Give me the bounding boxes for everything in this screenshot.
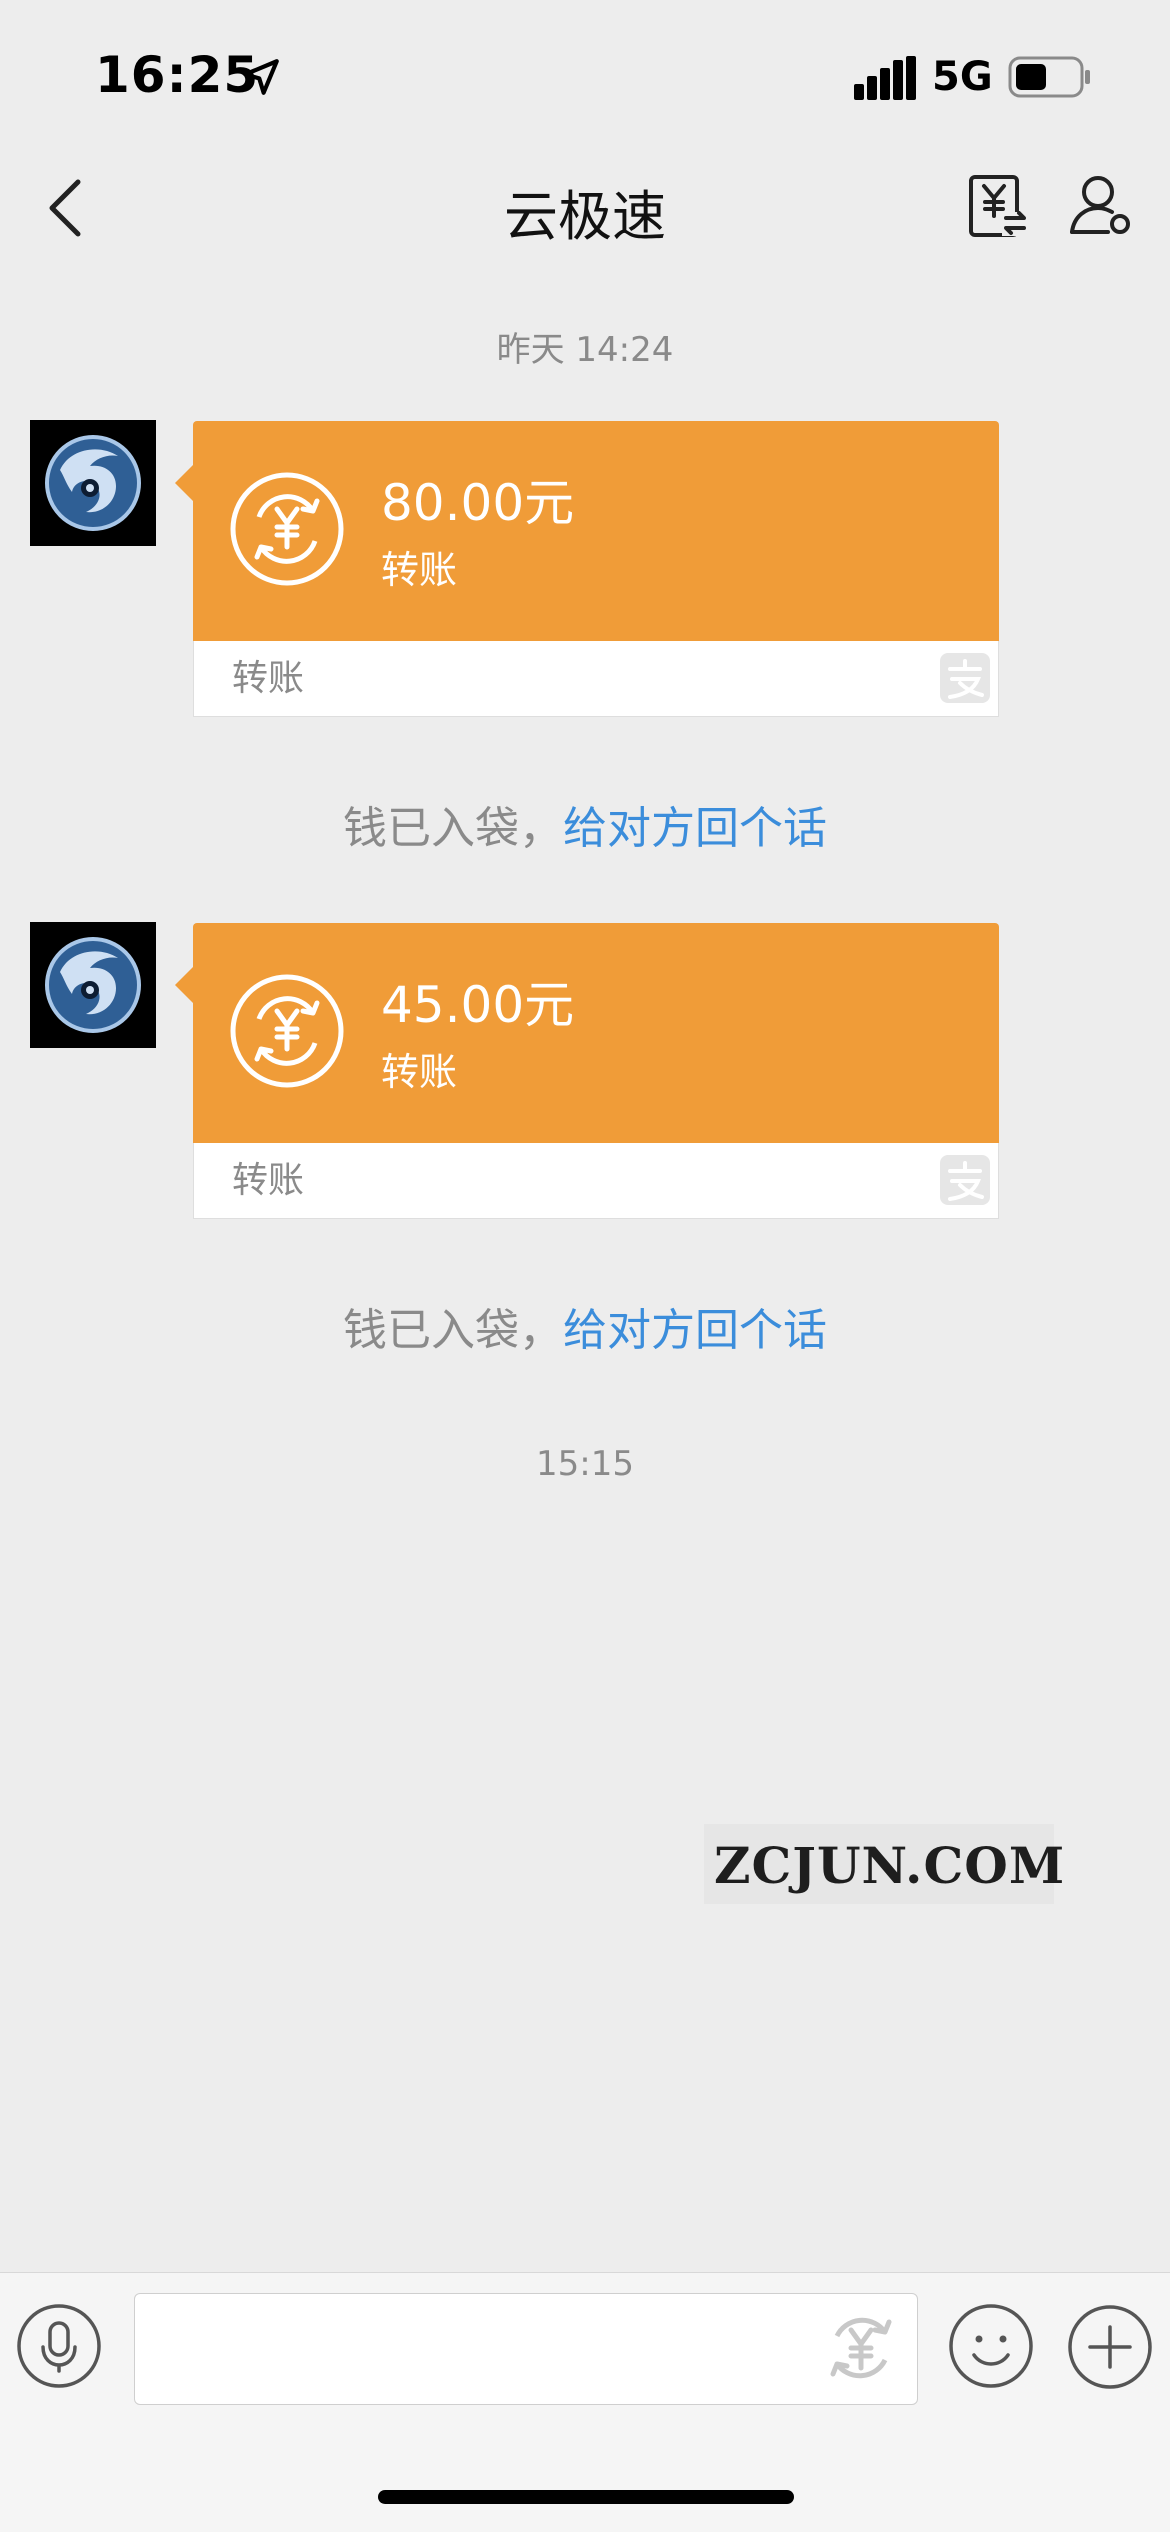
timestamp: 15:15 xyxy=(536,1444,634,1484)
watermark-text: ZCJUN.COM xyxy=(714,1836,1066,1895)
reply-link[interactable]: 给对方回个话 xyxy=(563,1305,827,1356)
notice-text: 钱已入袋， xyxy=(343,1305,563,1356)
avatar[interactable] xyxy=(30,922,156,1048)
card-footer-label: 转账 xyxy=(232,658,305,699)
message-input[interactable] xyxy=(134,2293,918,2405)
card-tail xyxy=(175,967,193,1003)
avatar[interactable] xyxy=(30,420,156,546)
transfer-amount: 45.00元 xyxy=(381,976,575,1034)
alipay-icon xyxy=(940,653,990,703)
card-top: 45.00元 转账 xyxy=(193,923,999,1143)
dragon-logo-icon xyxy=(45,937,141,1033)
message-input-field[interactable] xyxy=(135,2294,795,2404)
battery-icon xyxy=(1008,56,1090,98)
watermark: ZCJUN.COM xyxy=(704,1824,1064,1904)
status-bar: 16:25 5G xyxy=(0,0,1170,150)
alipay-icon xyxy=(940,1155,990,1205)
network-type: 5G xyxy=(932,54,993,100)
card-footer-bar: 转账 xyxy=(193,1143,999,1219)
card-top: 80.00元 转账 xyxy=(193,421,999,641)
received-notice: 钱已入袋，给对方回个话 xyxy=(0,792,1170,856)
coin-yen-icon xyxy=(230,974,344,1088)
plus-icon[interactable] xyxy=(1066,2303,1154,2391)
card-footer-bar: 转账 xyxy=(193,641,999,717)
navigation-bar: 云极速 xyxy=(0,150,1170,265)
card-footer-label: 转账 xyxy=(232,1160,305,1201)
dragon-logo-icon xyxy=(45,435,141,531)
profile-settings-icon[interactable] xyxy=(1068,172,1134,238)
transfer-card[interactable]: 45.00元 转账 转账 xyxy=(175,923,999,1219)
location-arrow-icon xyxy=(243,59,279,95)
reply-link[interactable]: 给对方回个话 xyxy=(563,803,827,854)
home-indicator[interactable] xyxy=(378,2490,794,2504)
transfer-amount: 80.00元 xyxy=(381,474,575,532)
timestamp: 昨天 14:24 xyxy=(496,330,674,370)
voice-icon[interactable] xyxy=(16,2303,102,2389)
signal-icon xyxy=(854,56,916,100)
transfer-card[interactable]: 80.00元 转账 转账 xyxy=(175,421,999,717)
status-time: 16:25 xyxy=(95,46,260,104)
coin-yen-icon xyxy=(230,472,344,586)
transfer-label: 转账 xyxy=(381,548,458,592)
red-packet-icon[interactable] xyxy=(819,2306,903,2390)
transfer-icon[interactable] xyxy=(968,174,1028,240)
transfer-label: 转账 xyxy=(381,1050,458,1094)
card-tail xyxy=(175,465,193,501)
emoji-icon[interactable] xyxy=(948,2303,1034,2389)
notice-text: 钱已入袋， xyxy=(343,803,563,854)
received-notice: 钱已入袋，给对方回个话 xyxy=(0,1294,1170,1358)
